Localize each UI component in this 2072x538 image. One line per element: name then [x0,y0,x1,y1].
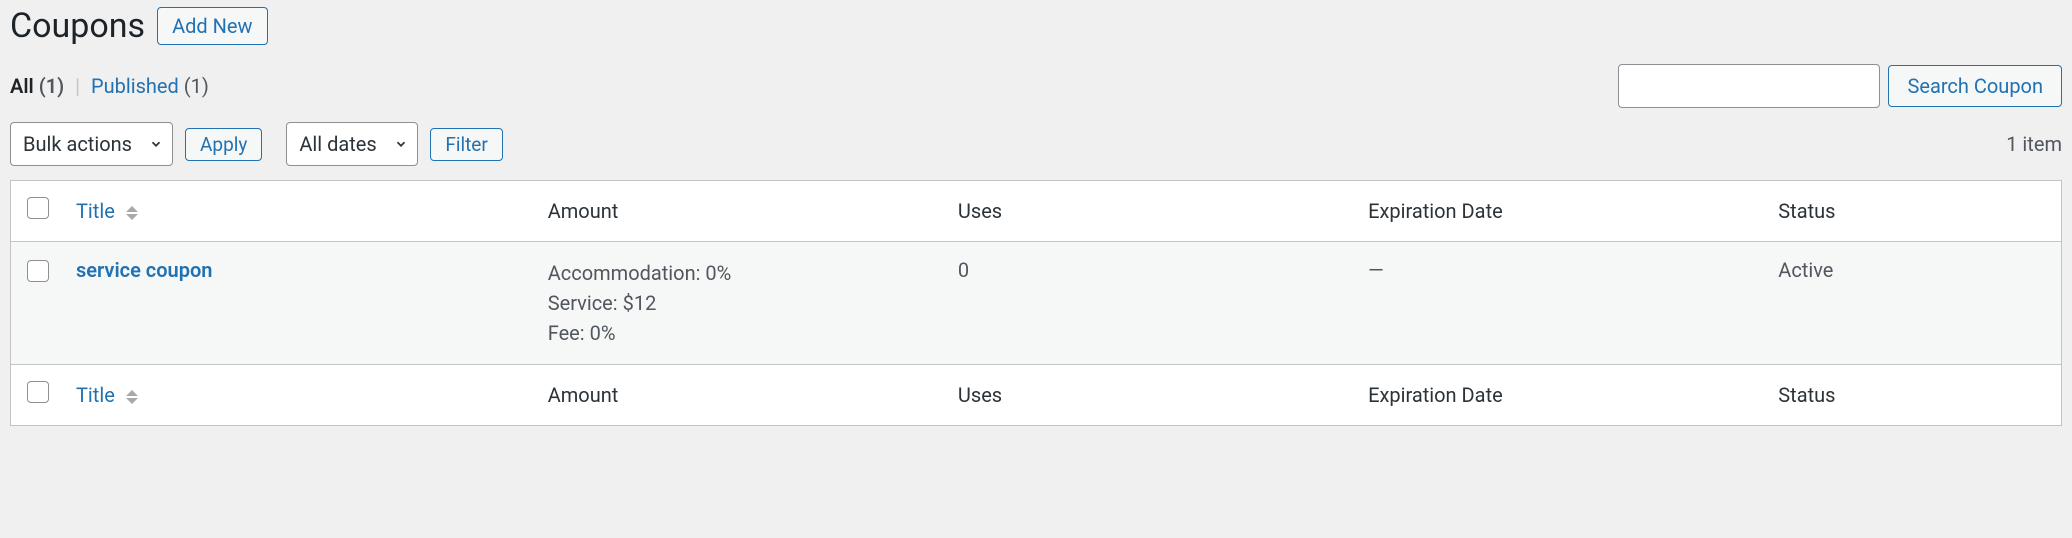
column-title-label: Title [76,383,115,407]
dates-select[interactable]: All dates [286,122,418,166]
search-input[interactable] [1618,64,1880,108]
search-button[interactable]: Search Coupon [1888,65,2062,107]
row-status: Active [1766,242,2061,365]
filter-button[interactable]: Filter [430,128,502,161]
column-amount: Amount [536,181,946,242]
sort-icon [126,390,138,404]
filter-published-count: (1) [184,74,209,98]
coupon-title-link[interactable]: service coupon [76,258,212,282]
column-expiration-bottom: Expiration Date [1356,365,1766,426]
coupons-table: Title Amount Uses Expiration Date Status… [10,180,2062,426]
column-amount-bottom: Amount [536,365,946,426]
row-uses: 0 [946,242,1356,365]
separator: | [69,74,86,98]
sort-icon [126,206,138,220]
column-status-bottom: Status [1766,365,2061,426]
column-status: Status [1766,181,2061,242]
column-title-bottom[interactable]: Title [64,365,536,426]
column-expiration: Expiration Date [1356,181,1766,242]
select-all-checkbox-bottom[interactable] [27,381,49,403]
apply-button[interactable]: Apply [185,128,262,161]
select-all-checkbox[interactable] [27,197,49,219]
items-count: 1 item [2006,132,2062,156]
amount-accommodation: Accommodation: 0% [548,258,934,288]
amount-service: Service: $12 [548,288,934,318]
status-filters: All (1) | Published (1) [10,74,209,98]
column-title[interactable]: Title [64,181,536,242]
filter-published-label: Published [91,74,179,98]
filter-all-label: All [10,74,34,98]
row-expiration: — [1356,242,1766,365]
add-new-button[interactable]: Add New [157,7,267,45]
page-title: Coupons [10,6,145,46]
column-uses-bottom: Uses [946,365,1356,426]
column-title-label: Title [76,199,115,223]
row-checkbox[interactable] [27,260,49,282]
filter-all-count: (1) [39,74,64,98]
filter-all[interactable]: All (1) [10,74,69,98]
table-row: service coupon Accommodation: 0% Service… [11,242,2062,365]
column-uses: Uses [946,181,1356,242]
filter-published[interactable]: Published (1) [91,74,209,98]
bulk-actions-select[interactable]: Bulk actions [10,122,173,166]
amount-fee: Fee: 0% [548,318,934,348]
